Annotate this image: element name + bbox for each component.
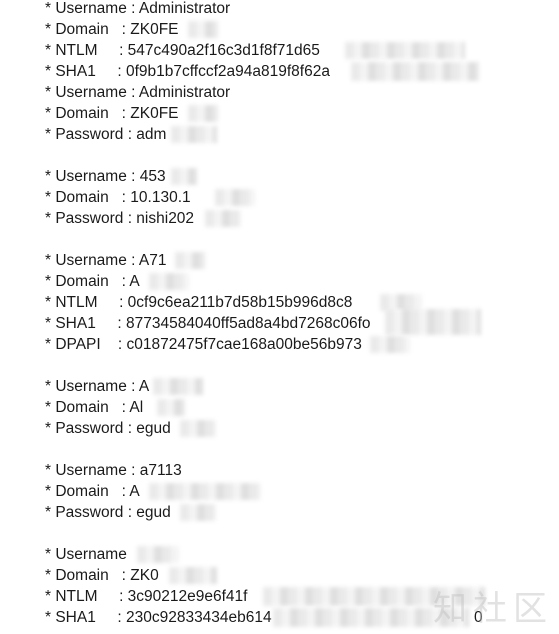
- line-text: * Username : Administrator: [45, 84, 231, 101]
- credential-line: * Username : a7113: [45, 460, 559, 481]
- credential-line: * Password : adm: [45, 124, 559, 145]
- redaction-blur: [188, 21, 218, 38]
- line-text: * Password : egud: [45, 420, 171, 437]
- redaction-blur: [215, 189, 255, 206]
- line-text: * Domain : A: [45, 273, 140, 290]
- redaction-blur: [188, 105, 218, 122]
- redaction-blur: [370, 336, 410, 353]
- credential-line: * NTLM : 547c490a2f16c3d1f8f71d65: [45, 40, 559, 61]
- redaction-blur: [205, 210, 241, 227]
- redaction-blur: [351, 62, 479, 81]
- credential-line: * Username : 453: [45, 166, 559, 187]
- credential-line: * Domain : A: [45, 481, 559, 502]
- line-text: * Domain : ZK0FE: [45, 21, 179, 38]
- redaction-blur: [169, 567, 217, 584]
- redaction-blur: [153, 378, 203, 395]
- terminal-output: * Username : Administrator * Domain : ZK…: [45, 0, 559, 628]
- redaction-blur: [149, 273, 189, 290]
- credential-line: * Username : Administrator: [45, 0, 559, 19]
- line-text: * Domain : ZK0FE: [45, 105, 179, 122]
- credential-line: * Username: [45, 544, 559, 565]
- redaction-blur: [175, 252, 205, 269]
- line-text: * Username : A71: [45, 252, 167, 269]
- line-text: * NTLM : 547c490a2f16c3d1f8f71d65: [45, 42, 320, 59]
- redaction-blur: [157, 399, 185, 416]
- credential-line: * Password : egud: [45, 418, 559, 439]
- redaction-blur: [171, 126, 217, 143]
- redaction-blur: [180, 420, 216, 437]
- line-text: * Username : a7113: [45, 462, 182, 479]
- line-text: * DPAPI : c01872475f7cae168a00be56b973: [45, 336, 362, 353]
- credential-line: * SHA1 : 0f9b1b7cffccf2a94a819f8f62a: [45, 61, 559, 82]
- credential-line: * Domain : 10.130.1: [45, 187, 559, 208]
- credential-line: * DPAPI : c01872475f7cae168a00be56b973: [45, 334, 559, 355]
- redaction-blur: [180, 504, 216, 521]
- line-text: * NTLM : 3c90212e9e6f41f: [45, 588, 248, 605]
- credential-line: * Password : nishi202: [45, 208, 559, 229]
- line-text: * NTLM : 0cf9c6ea211b7d58b15b996d8c8: [45, 294, 353, 311]
- credential-line: * Username : Administrator: [45, 82, 559, 103]
- credential-line: * Password : egud: [45, 502, 559, 523]
- credential-line: * Username : A71: [45, 250, 559, 271]
- line-text: * Domain : ZK0: [45, 567, 159, 584]
- redaction-blur: [385, 309, 481, 335]
- credential-line: * Username : A: [45, 376, 559, 397]
- redaction-blur: [149, 483, 261, 500]
- line-text: * Username : 453: [45, 168, 166, 185]
- credential-line: * Domain : ZK0FE: [45, 19, 559, 40]
- line-text: * SHA1 : 230c92833434eb614: [45, 609, 272, 626]
- line-text: * Username : A: [45, 378, 150, 395]
- credential-line: * Domain : A: [45, 271, 559, 292]
- line-text: * SHA1 : 0f9b1b7cffccf2a94a819f8f62a: [45, 63, 330, 80]
- credential-line: * Domain : Al: [45, 397, 559, 418]
- line-text: * Password : adm: [45, 126, 167, 143]
- redaction-blur: [345, 42, 465, 59]
- line-text: * Domain : Al: [45, 399, 144, 416]
- line-text: * Domain : A: [45, 483, 140, 500]
- redaction-blur: [171, 168, 197, 185]
- line-text: * Password : nishi202: [45, 210, 195, 227]
- line-text: * Username: [45, 546, 127, 563]
- credential-line: * SHA1 : 87734584040ff5ad8a4bd7268c06fo: [45, 309, 559, 335]
- line-text: * Username : Administrator: [45, 0, 231, 17]
- credential-line: * Domain : ZK0FE: [45, 103, 559, 124]
- credential-line: * NTLM : 0cf9c6ea211b7d58b15b996d8c8: [45, 292, 559, 313]
- watermark: 知社区: [433, 589, 553, 629]
- line-text: * SHA1 : 87734584040ff5ad8a4bd7268c06fo: [45, 315, 371, 332]
- line-text: * Password : egud: [45, 504, 171, 521]
- redaction-blur: [137, 546, 179, 563]
- line-text: * Domain : 10.130.1: [45, 189, 191, 206]
